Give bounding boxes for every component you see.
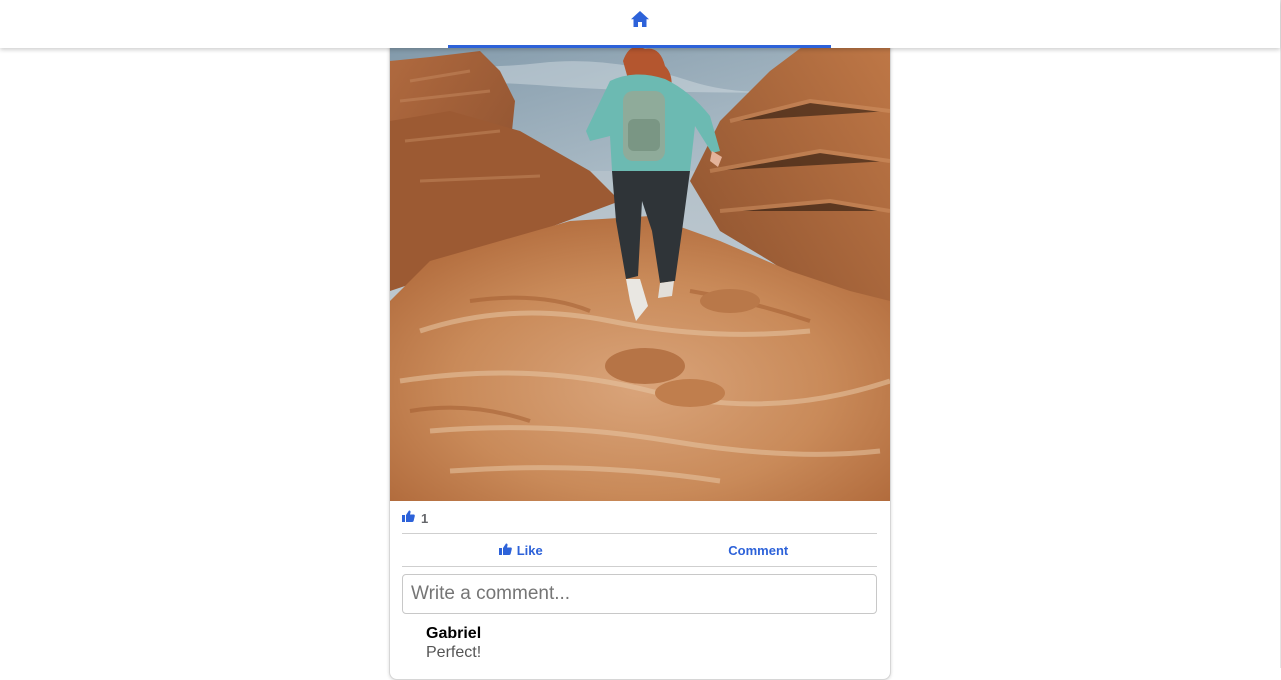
post-photo[interactable]: [390, 1, 890, 501]
post-actions: Like Comment: [402, 535, 877, 565]
post-card: 1 Like Comment Gabriel Perfect!: [389, 0, 891, 680]
thumbs-up-icon: [402, 509, 415, 527]
thumbs-up-icon: [498, 542, 512, 558]
tab-home[interactable]: [448, 0, 831, 48]
comment-input[interactable]: [402, 574, 877, 614]
comment-author[interactable]: Gabriel: [426, 624, 481, 643]
likes-summary[interactable]: 1: [402, 510, 428, 526]
comment-text: Perfect!: [426, 644, 482, 661]
comment-button[interactable]: Comment: [640, 535, 878, 565]
divider-top: [402, 533, 877, 534]
comment-item: Gabriel Perfect!: [426, 624, 481, 662]
home-icon: [630, 11, 650, 33]
like-button[interactable]: Like: [402, 535, 640, 565]
like-button-label: Like: [516, 542, 543, 558]
divider-bottom: [402, 566, 877, 567]
comment-button-label: Comment: [728, 542, 789, 558]
likes-count: 1: [421, 510, 429, 526]
top-navigation-bar: [0, 0, 1280, 48]
